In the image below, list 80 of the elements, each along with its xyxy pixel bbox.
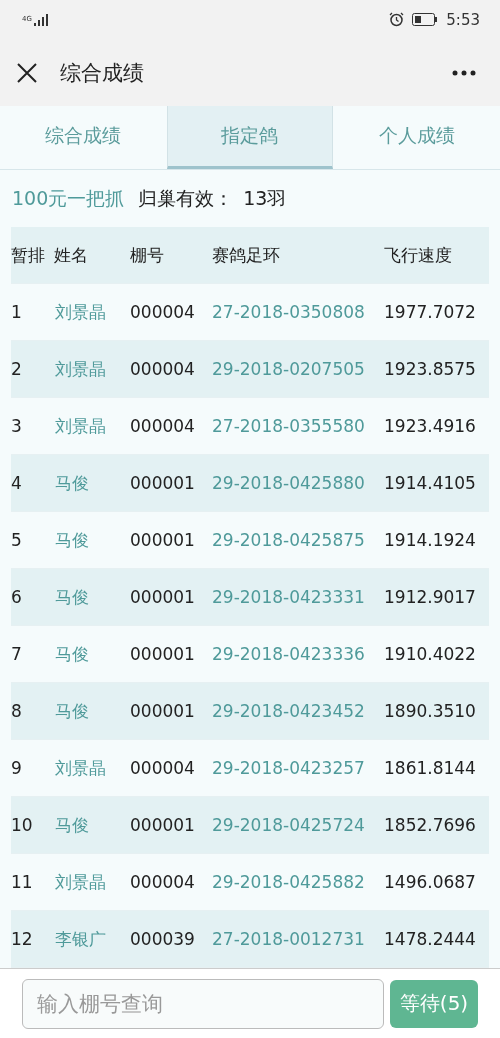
table-cell-text: 3 <box>11 416 23 437</box>
table-cell-text: 1923.4916 <box>384 416 477 437</box>
table-cell-text: 000001 <box>130 530 196 551</box>
table-cell-text: 7 <box>11 644 23 665</box>
table-cell-text: 000004 <box>130 758 196 779</box>
table-link[interactable]: 29-2018-0423336 <box>212 644 384 665</box>
table-cell-text: 1496.0687 <box>384 872 477 893</box>
table-cell-text: 000001 <box>130 644 196 665</box>
table-cell-text: 1 <box>11 302 23 323</box>
table-cell-text: 000004 <box>130 359 196 380</box>
table-cell-text: 1977.7072 <box>384 302 477 323</box>
table-link[interactable]: 29-2018-0425882 <box>212 872 384 893</box>
table-cell-text: 000001 <box>130 473 196 494</box>
table-link[interactable]: 29-2018-0425875 <box>212 530 384 551</box>
returned-label: 归巢有效： <box>138 185 234 211</box>
table-link[interactable]: 马俊 <box>54 471 130 495</box>
table-cell-text: 12 <box>11 929 34 950</box>
table-cell-text: 000004 <box>130 872 196 893</box>
table-link[interactable]: 29-2018-0423331 <box>212 587 384 608</box>
table-link[interactable]: 马俊 <box>54 699 130 723</box>
table-cell-text: 9 <box>11 758 23 779</box>
table-cell-text: 2 <box>11 359 23 380</box>
table-cell-text: 10 <box>11 815 34 836</box>
table-link[interactable]: 29-2018-0423452 <box>212 701 384 722</box>
table-link[interactable]: 刘景晶 <box>54 357 130 381</box>
more-icon[interactable] <box>452 69 476 76</box>
column-header: 姓名 <box>54 243 89 267</box>
table-cell-text: 8 <box>11 701 23 722</box>
tab[interactable]: 指定鸽 <box>166 105 334 170</box>
table-link[interactable]: 刘景晶 <box>54 756 130 780</box>
table-link[interactable]: 刘景晶 <box>54 870 130 894</box>
table-link[interactable]: 29-2018-0423257 <box>212 758 384 779</box>
battery-icon <box>412 13 439 27</box>
tab[interactable]: 综合成绩 <box>0 105 167 170</box>
table-cell-text: 1478.2444 <box>384 929 477 950</box>
race-name: 100元一把抓 <box>12 185 125 211</box>
table-cell-text: 1910.4022 <box>384 644 477 665</box>
table-link[interactable]: 马俊 <box>54 813 130 837</box>
table-link[interactable]: 27-2018-0355580 <box>212 416 384 437</box>
table-link[interactable]: 马俊 <box>54 642 130 666</box>
table-cell-text: 1923.8575 <box>384 359 477 380</box>
table-cell-text: 1912.9017 <box>384 587 477 608</box>
returned-count: 13羽 <box>243 185 287 211</box>
table-cell-text: 000001 <box>130 587 196 608</box>
clock-time: 5:53 <box>446 10 480 29</box>
table-link[interactable]: 29-2018-0207505 <box>212 359 384 380</box>
search-field[interactable]: 输入棚号查询 <box>22 978 384 1029</box>
column-header: 飞行速度 <box>384 243 453 267</box>
table-cell-text: 1861.8144 <box>384 758 477 779</box>
table-link[interactable]: 29-2018-0425724 <box>212 815 384 836</box>
tab[interactable]: 个人成绩 <box>333 105 500 170</box>
column-header: 赛鸽足环 <box>212 243 281 267</box>
table-cell-text: 1914.4105 <box>384 473 477 494</box>
table-link[interactable]: 马俊 <box>54 585 130 609</box>
table-link[interactable]: 刘景晶 <box>54 300 130 324</box>
signal-icon <box>34 13 48 26</box>
column-header: 棚号 <box>130 243 165 267</box>
table-cell-text: 1890.3510 <box>384 701 477 722</box>
table-cell-text: 4 <box>11 473 23 494</box>
table-link[interactable]: 27-2018-0350808 <box>212 302 384 323</box>
table-link[interactable]: 27-2018-0012731 <box>212 929 384 950</box>
search-button[interactable]: 等待(5) <box>390 979 478 1028</box>
alarm-icon <box>389 12 405 28</box>
table-cell-text: 000004 <box>130 302 196 323</box>
table-link[interactable]: 29-2018-0425880 <box>212 473 384 494</box>
page-title: 综合成绩 <box>60 59 145 87</box>
table-cell-text: 000004 <box>130 416 196 437</box>
table-cell-text: 6 <box>11 587 23 608</box>
column-header: 暂排 <box>11 243 46 267</box>
table-cell-text: 000039 <box>130 929 196 950</box>
table-cell-text: 5 <box>11 530 23 551</box>
close-icon[interactable] <box>16 61 38 84</box>
table-cell-text: 11 <box>11 872 34 893</box>
table-cell-text: 000001 <box>130 701 196 722</box>
table-link[interactable]: 李银广 <box>54 927 130 951</box>
table-link[interactable]: 刘景晶 <box>54 414 130 438</box>
table-cell-text: 000001 <box>130 815 196 836</box>
table-link[interactable]: 马俊 <box>54 528 130 552</box>
table-cell-text: 1852.7696 <box>384 815 477 836</box>
table-cell-text: 1914.1924 <box>384 530 477 551</box>
